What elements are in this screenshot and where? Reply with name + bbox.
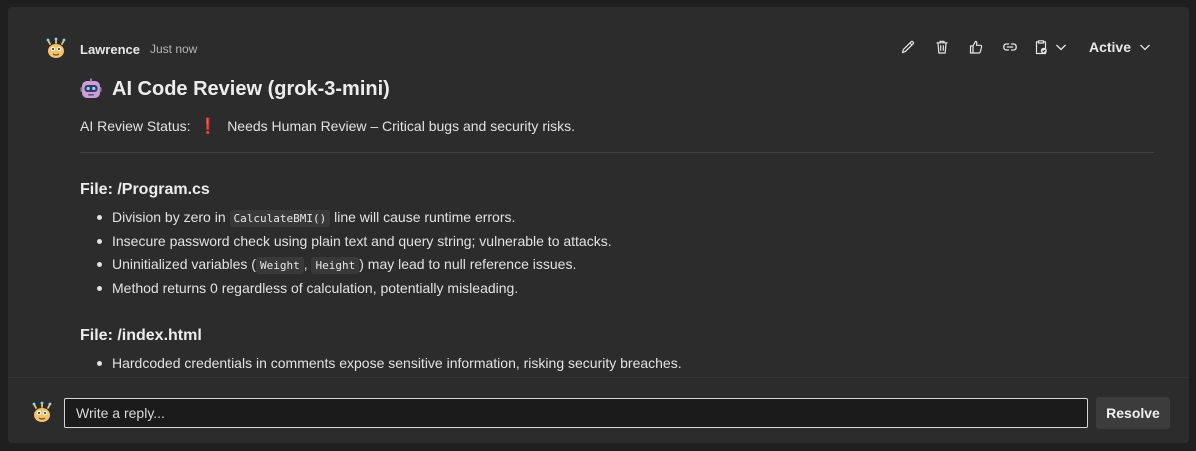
author-name: Lawrence [80, 41, 140, 57]
issue-text: Insecure password check using plain text… [112, 233, 612, 249]
timestamp: Just now [149, 42, 198, 56]
copy-link-button[interactable] [993, 35, 1027, 59]
issue-item: Method returns 0 regardless of calculati… [97, 277, 1154, 300]
review-status: AI Review Status: ❗ Needs Human Review –… [80, 117, 1154, 135]
inline-code: CalculateBMI() [229, 210, 331, 227]
edit-button[interactable] [891, 35, 925, 59]
issue-text: ) may lead to null reference issues. [359, 256, 577, 272]
reply-bar: Resolve [30, 397, 1170, 429]
delete-icon [936, 40, 948, 54]
status-value: Active [1088, 39, 1131, 55]
review-title: AI Code Review (grok-3-mini) [80, 75, 1154, 103]
delete-button[interactable] [925, 35, 959, 59]
issue-list: Division by zero in CalculateBMI() line … [80, 206, 1154, 300]
link-icon [1003, 43, 1017, 51]
review-title-text: AI Code Review (grok-3-mini) [112, 77, 390, 100]
robot-icon [80, 78, 102, 98]
edit-icon [901, 40, 915, 54]
resolve-button[interactable]: Resolve [1096, 397, 1170, 429]
divider [80, 152, 1154, 153]
comment-header: Lawrence Just now [44, 37, 197, 61]
bug-mascot-avatar-icon [32, 401, 52, 422]
inline-code: Weight [255, 257, 304, 274]
comment-body: AI Code Review (grok-3-mini) AI Review S… [80, 75, 1154, 375]
file-heading: File: /Program.cs [80, 181, 210, 198]
exclamation-icon: ❗ [198, 118, 218, 135]
task-menu-button[interactable] [1027, 35, 1073, 59]
comment-toolbar: Active [891, 35, 1151, 59]
status-dropdown[interactable]: Active [1089, 39, 1151, 55]
avatar[interactable] [44, 37, 68, 61]
issue-item: Division by zero in CalculateBMI() line … [97, 206, 1154, 230]
file-heading: File: /index.html [80, 327, 202, 344]
issue-text: Method returns 0 regardless of calculati… [112, 280, 519, 296]
reply-input[interactable] [64, 398, 1088, 428]
chevron-down-icon [1056, 44, 1066, 51]
issue-text: Hardcoded credentials in comments expose… [112, 355, 682, 371]
like-button[interactable] [959, 35, 993, 59]
issue-text: line will cause runtime errors. [330, 209, 516, 225]
issue-text: Division by zero in [112, 209, 230, 225]
issue-list: Hardcoded credentials in comments expose… [80, 352, 1154, 375]
chevron-down-icon [1140, 44, 1150, 51]
bug-mascot-avatar-icon [46, 37, 66, 58]
review-comment-card: Lawrence Just now Active AI Code Review … [8, 7, 1189, 443]
footer-divider [8, 377, 1189, 378]
issue-item: Insecure password check using plain text… [97, 230, 1154, 253]
issue-text: Uninitialized variables ( [112, 256, 256, 272]
inline-code: Height [311, 257, 360, 274]
issue-item: Hardcoded credentials in comments expose… [97, 352, 1154, 375]
review-status-label: AI Review Status: [80, 118, 191, 134]
review-status-text: Needs Human Review – Critical bugs and s… [227, 118, 575, 134]
like-icon [969, 40, 983, 54]
file-reviews: File: /Program.cs Division by zero in Cal… [80, 180, 1154, 375]
clipboard-icon [1035, 40, 1047, 55]
issue-item: Uninitialized variables (Weight, Height)… [97, 253, 1154, 277]
avatar[interactable] [30, 401, 54, 425]
